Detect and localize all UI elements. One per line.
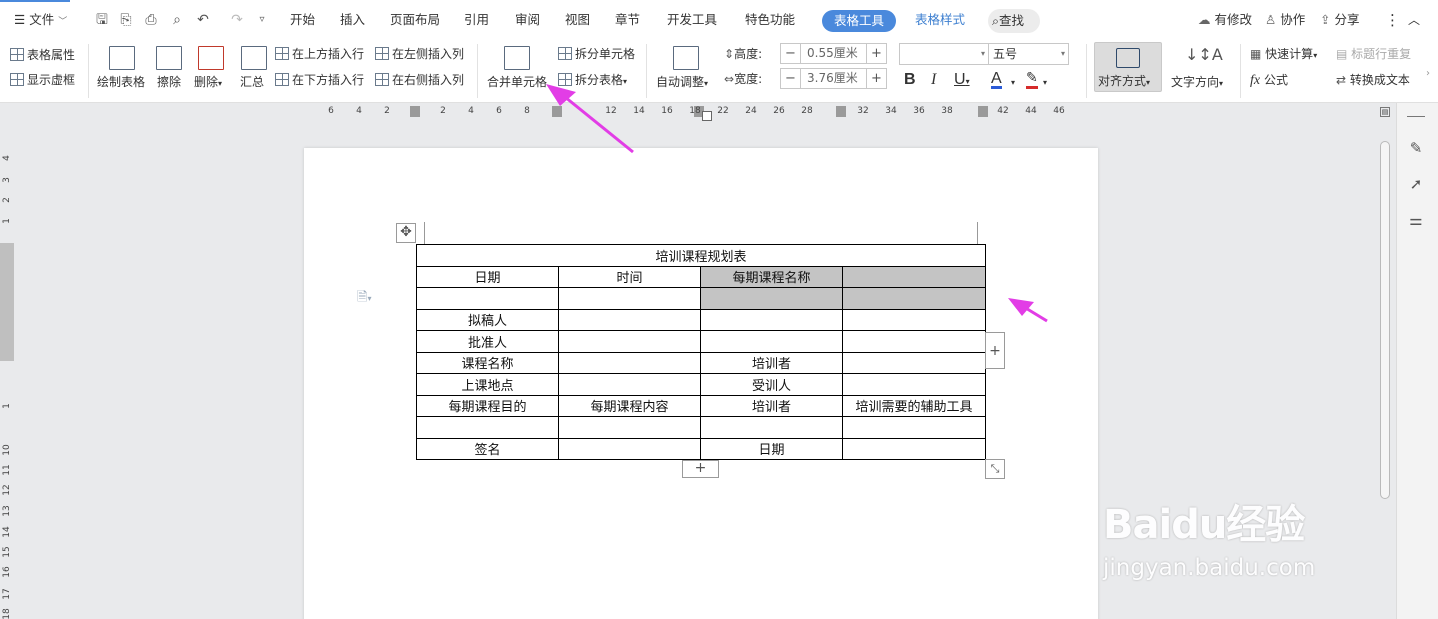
select-cursor-icon[interactable]: ➚ — [1406, 174, 1426, 194]
wps-window: ☰ 文件 ﹀ 🖫 ⎘ ⎙ ⌕ ↶ ↷ ▿ 开始 插入 页面布局 引用 审阅 视图… — [0, 0, 1438, 619]
arrow-to-merge — [546, 84, 634, 154]
sidebar-handle — [1407, 116, 1425, 117]
watermark-url: jingyan.baidu.com — [1103, 555, 1316, 581]
watermark-brand: Baidu经验 — [1103, 502, 1305, 548]
vertical-scrollbar[interactable]: ▤ — [1378, 107, 1392, 619]
scroll-top-icon[interactable]: ▤ — [1380, 107, 1390, 117]
pen-icon[interactable]: ✎ — [1406, 138, 1426, 158]
settings-sliders-icon[interactable]: ⚌ — [1406, 210, 1426, 230]
scrollbar-thumb[interactable] — [1380, 141, 1390, 499]
arrow-to-selection — [1008, 298, 1048, 323]
